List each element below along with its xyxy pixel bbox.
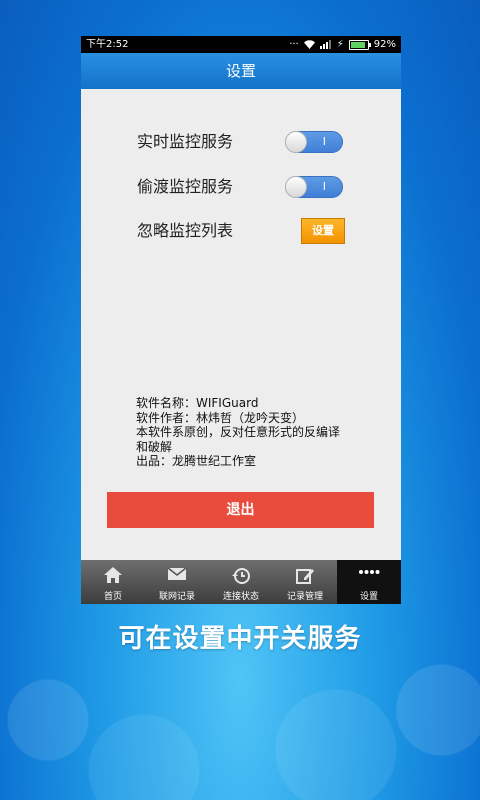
realtime-monitor-label: 实时监控服务 [137,132,234,151]
info-author: 软件作者：林炜哲（龙吟天变） [136,410,305,425]
tab-connection-status-label: 连接状态 [222,592,259,602]
bottom-tab-bar: 首页 联网记录 连接状态 记录管理 设置 [81,560,401,604]
status-icons: ··· ⚡ 92% [289,36,396,53]
ignore-list-set-button[interactable]: 设置 [301,218,345,244]
battery-icon [348,39,371,50]
ignore-list-row: 忽略监控列表 设置 [137,217,367,245]
wifi-icon [303,40,315,49]
about-info: 软件名称：WIFIGuard 软件作者：林炜哲（龙吟天变） 本软件系原创，反对任… [136,396,351,469]
info-publisher: 出品：龙腾世纪工作室 [136,454,257,468]
tab-network-log-label: 联网记录 [158,592,195,602]
edit-icon [296,569,314,584]
mail-icon [167,567,187,580]
toggle-knob [285,131,307,153]
info-notice: 本软件系原创，反对任意形式的反编译和破解 [136,425,341,454]
home-icon [104,567,122,583]
info-software-name: 软件名称：WIFIGuard [136,396,259,410]
battery-percent: 92% [373,39,396,50]
ignore-list-label: 忽略监控列表 [137,221,234,240]
toggle-knob [285,176,307,198]
stealth-monitor-label: 偷渡监控服务 [137,177,234,196]
tab-home-label: 首页 [103,592,122,602]
tab-settings-label: 设置 [359,592,378,602]
more-icon [359,570,380,574]
tab-network-log[interactable]: 联网记录 [145,560,209,604]
tab-connection-status[interactable]: 连接状态 [209,560,273,604]
stealth-monitor-toggle[interactable]: I [285,176,343,198]
tab-record-manage[interactable]: 记录管理 [273,560,337,604]
charging-icon: ⚡ [336,39,344,50]
toggle-on-mark: I [322,180,326,193]
realtime-monitor-toggle[interactable]: I [285,131,343,153]
tab-home[interactable]: 首页 [81,560,145,604]
status-bar: 下午2:52 ··· ⚡ 92% [81,36,401,53]
more-dots-icon: ··· [289,39,299,50]
page-title: 设置 [81,53,401,89]
battery-fill [350,41,366,48]
toggle-on-mark: I [322,135,326,148]
status-time: 下午2:52 [86,39,129,50]
realtime-monitor-row: 实时监控服务 I [137,128,367,156]
signal-icon [319,40,331,49]
promo-caption: 可在设置中开关服务 [118,624,362,654]
history-icon [232,568,250,584]
stealth-monitor-row: 偷渡监控服务 I [137,173,367,201]
exit-button[interactable]: 退出 [107,492,374,528]
tab-settings[interactable]: 设置 [337,560,401,604]
phone-screen: 下午2:52 ··· ⚡ 92% 设置 实时监控服务 I 偷渡监控服务 I 忽略… [81,36,401,604]
tab-record-manage-label: 记录管理 [286,592,323,602]
